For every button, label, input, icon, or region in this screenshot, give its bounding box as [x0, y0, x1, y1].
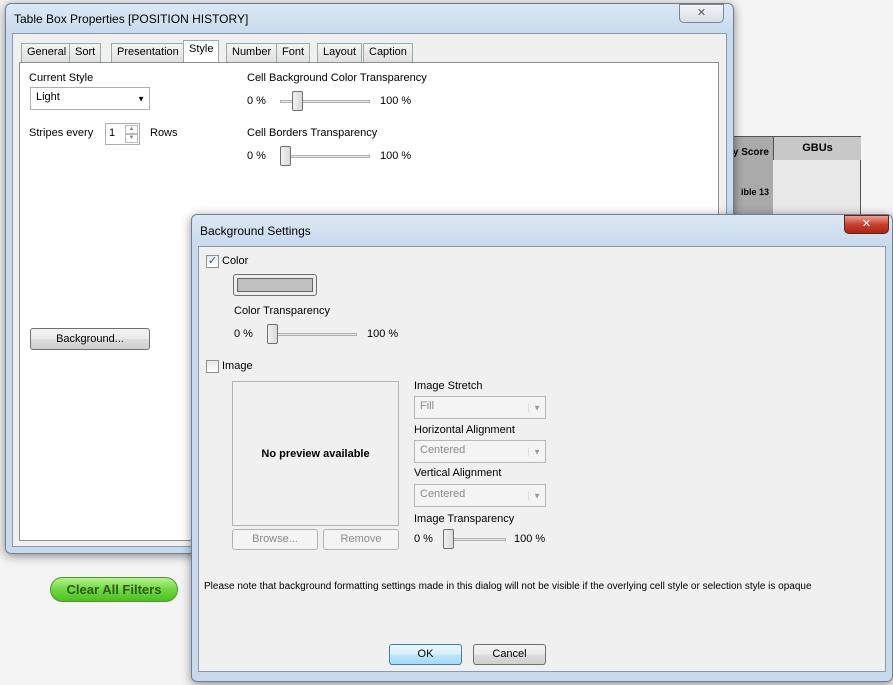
stripes-label: Stripes every [29, 127, 94, 139]
tab-general[interactable]: General [21, 43, 73, 62]
cell-borders-transparency-label: Cell Borders Transparency [247, 127, 378, 139]
color-transparency-label: Color Transparency [234, 305, 330, 317]
max-label: 100 % [514, 533, 546, 545]
close-icon[interactable]: ✕ [679, 4, 724, 23]
slider-thumb[interactable] [267, 324, 278, 344]
browse-button[interactable]: Browse... [232, 529, 318, 550]
vertical-alignment-label: Vertical Alignment [414, 467, 502, 479]
rows-label: Rows [150, 127, 178, 139]
cell-borders-transparency-slider[interactable] [280, 155, 370, 158]
color-checkbox[interactable]: ✓ [206, 255, 219, 268]
max-label: 100 % [380, 150, 412, 162]
tab-sort[interactable]: Sort [69, 43, 102, 62]
current-style-select[interactable]: Light ▼ [30, 87, 150, 110]
color-transparency-slider[interactable] [267, 333, 357, 336]
clear-all-filters-button[interactable]: Clear All Filters [50, 577, 178, 602]
color-swatch [237, 278, 313, 292]
image-label: Image [222, 360, 253, 372]
image-stretch-select[interactable]: Fill ▼ [414, 396, 546, 419]
chevron-down-icon: ▼ [528, 491, 541, 500]
tab-font[interactable]: Font [276, 43, 311, 62]
tab-layout[interactable]: Layout [317, 43, 363, 62]
min-label: 0 % [247, 150, 266, 162]
close-icon[interactable]: ✕ [844, 215, 889, 234]
horizontal-alignment-label: Horizontal Alignment [414, 424, 515, 436]
cell-bg-transparency-label: Cell Background Color Transparency [247, 72, 427, 84]
dialog-title: Table Box Properties [POSITION HISTORY] [14, 12, 249, 26]
chevron-down-icon: ▼ [528, 403, 541, 412]
tab-style[interactable]: Style [183, 40, 220, 62]
min-label: 0 % [247, 95, 266, 107]
background-button[interactable]: Background... [30, 328, 150, 350]
slider-thumb[interactable] [291, 91, 303, 111]
color-label: Color [222, 255, 249, 267]
color-swatch-button[interactable] [233, 274, 317, 296]
cancel-button[interactable]: Cancel [473, 644, 546, 665]
vertical-alignment-select[interactable]: Centered ▼ [414, 484, 546, 507]
table-header-gbus: GBUs [773, 137, 861, 160]
chevron-down-icon: ▼ [137, 94, 145, 103]
note-text: Please note that background formatting s… [204, 581, 812, 592]
ok-button[interactable]: OK [389, 644, 462, 665]
horizontal-alignment-select[interactable]: Centered ▼ [414, 440, 546, 463]
dialog-body: ✓ Color Color Transparency 0 % 100 % Ima… [198, 246, 886, 672]
slider-thumb[interactable] [443, 529, 454, 549]
tab-number[interactable]: Number [226, 43, 278, 62]
slider-thumb[interactable] [280, 146, 291, 166]
image-stretch-label: Image Stretch [414, 380, 483, 392]
image-preview: No preview available [232, 381, 399, 526]
tab-strip: General Sort Presentation Style Number F… [21, 40, 721, 63]
spin-down-icon[interactable]: ▼ [125, 134, 138, 143]
stripes-stepper[interactable]: 1 ▲ ▼ [105, 123, 140, 145]
spin-up-icon[interactable]: ▲ [125, 125, 138, 134]
max-label: 100 % [380, 95, 412, 107]
dialog-title: Background Settings [200, 224, 311, 238]
max-label: 100 % [367, 328, 399, 340]
image-checkbox[interactable] [206, 360, 219, 373]
image-transparency-label: Image Transparency [414, 513, 515, 525]
remove-button[interactable]: Remove [323, 529, 399, 550]
min-label: 0 % [414, 533, 433, 545]
min-label: 0 % [234, 328, 253, 340]
current-style-label: Current Style [29, 72, 94, 84]
tab-presentation[interactable]: Presentation [111, 43, 185, 62]
background-settings-dialog: Background Settings ✕ ✓ Color Color Tran… [191, 214, 893, 682]
tab-caption[interactable]: Caption [363, 43, 413, 62]
chevron-down-icon: ▼ [528, 447, 541, 456]
